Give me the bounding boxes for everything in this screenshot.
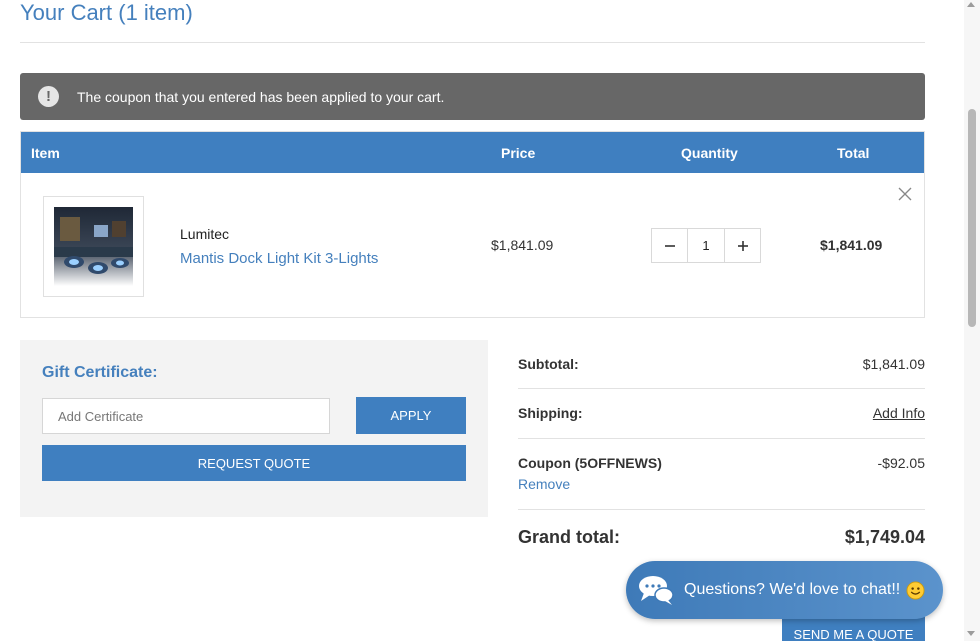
cart-row: Lumitec Mantis Dock Light Kit 3-Lights $… xyxy=(21,173,924,318)
coupon-row: Coupon (5OFFNEWS) -$92.05 Remove xyxy=(518,439,925,510)
product-thumbnail[interactable] xyxy=(43,196,144,297)
alert-message: The coupon that you entered has been app… xyxy=(77,88,445,105)
row-total: $1,841.09 xyxy=(820,237,883,253)
send-quote-button[interactable]: SEND ME A QUOTE xyxy=(782,616,925,641)
gift-certificate-title: Gift Certificate: xyxy=(42,364,158,381)
subtotal-value: $1,841.09 xyxy=(862,356,925,372)
header-price: Price xyxy=(501,145,536,161)
quantity-stepper: 1 xyxy=(651,228,761,263)
coupon-alert: ! The coupon that you entered has been a… xyxy=(20,73,925,120)
product-brand: Lumitec xyxy=(180,226,230,242)
order-summary: Subtotal: $1,841.09 Shipping: Add Info C… xyxy=(518,340,925,547)
coupon-label: Coupon (5OFFNEWS) xyxy=(518,455,662,471)
scroll-up-arrow-icon[interactable] xyxy=(967,2,975,7)
coupon-value: -$92.05 xyxy=(877,455,925,471)
quantity-increase-button[interactable] xyxy=(725,229,760,262)
table-header: Item Price Quantity Total xyxy=(21,132,924,173)
plus-icon xyxy=(737,240,748,251)
shipping-row: Shipping: Add Info xyxy=(518,389,925,439)
grand-total-value: $1,749.04 xyxy=(844,527,925,547)
page-title: Your Cart (1 item) xyxy=(20,0,193,25)
shipping-label: Shipping: xyxy=(518,405,583,421)
request-quote-button[interactable]: REQUEST QUOTE xyxy=(42,445,466,481)
chat-widget[interactable]: Questions? We'd love to chat!! xyxy=(626,561,943,619)
scroll-down-arrow-icon[interactable] xyxy=(967,631,975,636)
cart-table: Item Price Quantity Total Lumitec Mantis… xyxy=(20,131,925,318)
chat-text: Questions? We'd love to chat!! xyxy=(684,581,901,598)
grand-total-label: Grand total: xyxy=(518,527,620,547)
minus-icon xyxy=(664,244,675,247)
coupon-remove-link[interactable]: Remove xyxy=(518,476,570,492)
gift-certificate-panel: Gift Certificate: APPLY REQUEST QUOTE xyxy=(20,340,488,517)
header-total: Total xyxy=(837,145,870,161)
apply-button[interactable]: APPLY xyxy=(356,397,466,434)
subtotal-row: Subtotal: $1,841.09 xyxy=(518,340,925,389)
scrollbar-thumb[interactable] xyxy=(968,109,976,327)
exclamation-icon: ! xyxy=(38,86,59,107)
header-quantity: Quantity xyxy=(681,145,738,161)
subtotal-label: Subtotal: xyxy=(518,356,579,372)
quantity-decrease-button[interactable] xyxy=(652,229,687,262)
close-icon[interactable] xyxy=(898,187,912,201)
chat-bubbles-icon xyxy=(639,576,674,605)
quantity-value[interactable]: 1 xyxy=(687,229,725,262)
smiley-icon xyxy=(906,580,925,600)
product-name-link[interactable]: Mantis Dock Light Kit 3-Lights xyxy=(180,250,378,267)
gift-certificate-input[interactable] xyxy=(42,398,330,434)
product-image xyxy=(54,207,133,286)
product-price: $1,841.09 xyxy=(491,237,554,253)
title-divider xyxy=(20,42,925,43)
header-item: Item xyxy=(31,145,60,161)
shipping-add-info-link[interactable]: Add Info xyxy=(873,405,925,421)
